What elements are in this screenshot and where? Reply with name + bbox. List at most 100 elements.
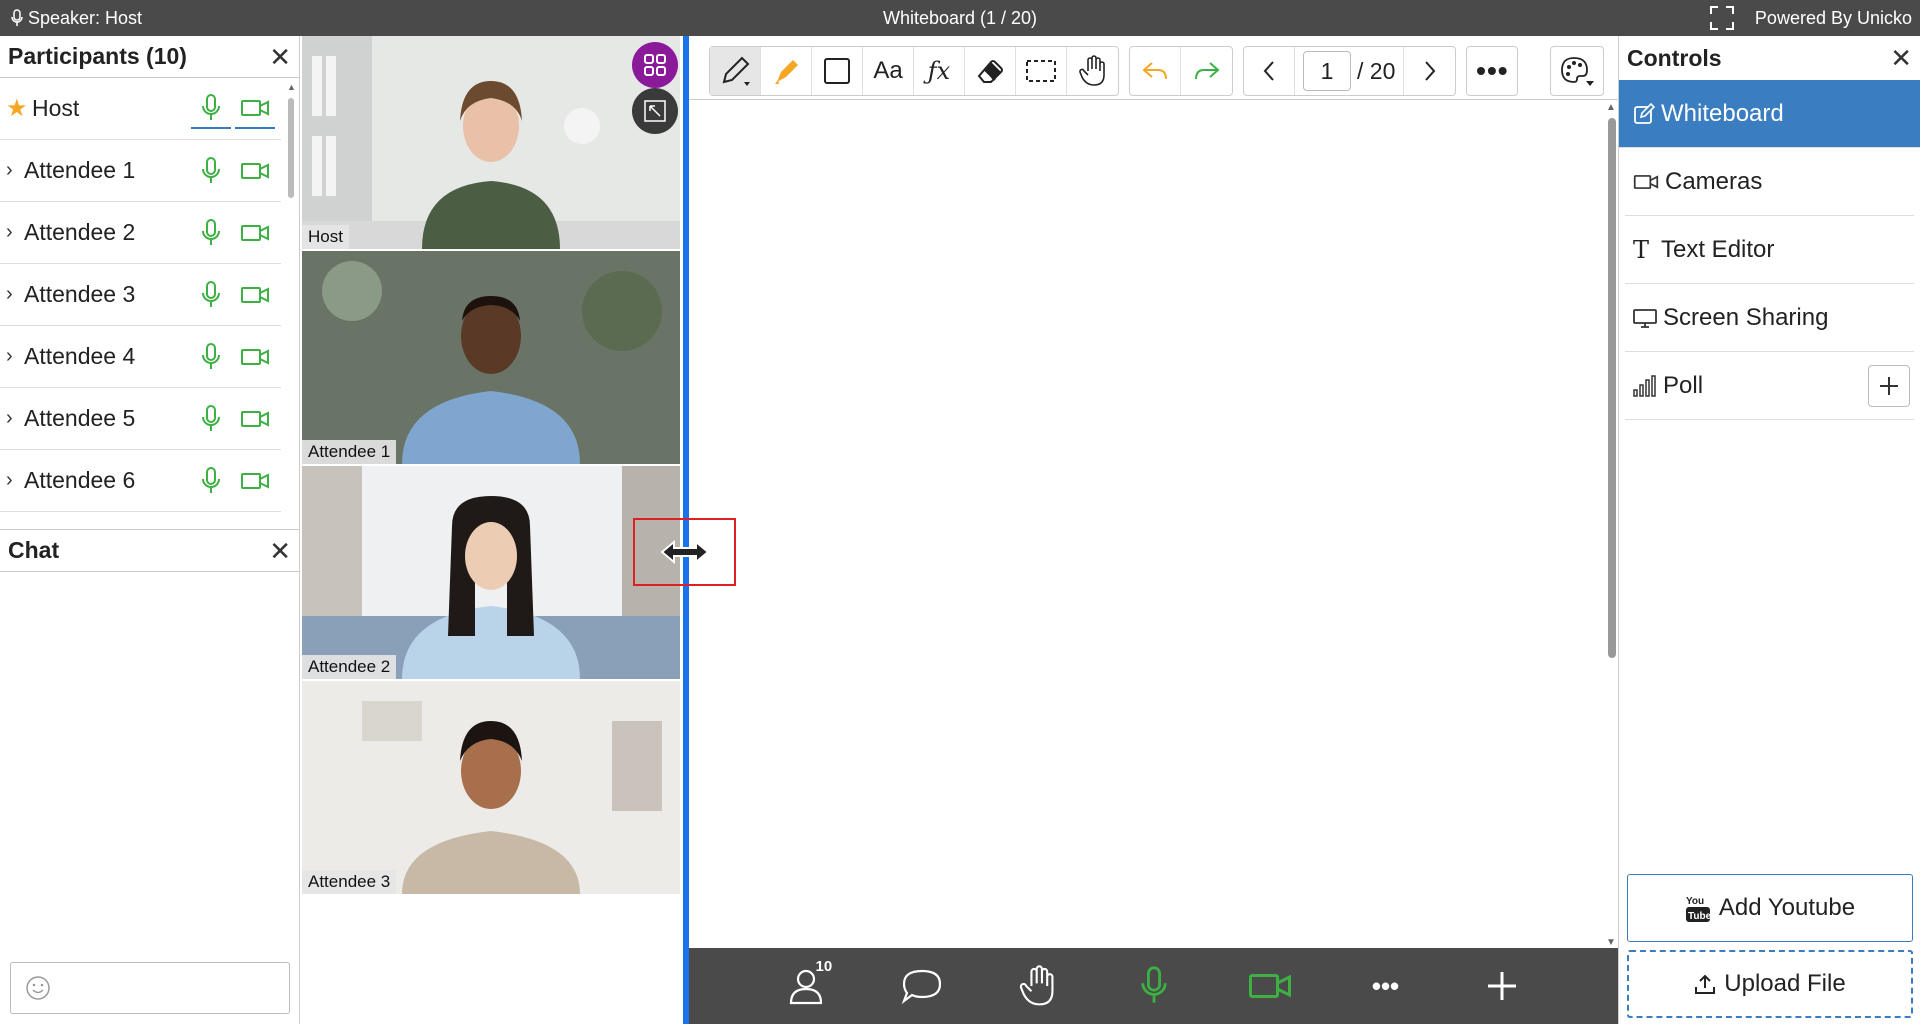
more-tools: ••• bbox=[1466, 46, 1519, 96]
whiteboard-canvas[interactable] bbox=[689, 36, 1618, 948]
rectangle-tool[interactable] bbox=[812, 47, 863, 95]
video-tile-attendee-3[interactable]: Attendee 3 bbox=[302, 681, 680, 894]
participants-scrollbar[interactable]: ▲ bbox=[287, 82, 296, 528]
chevron-right-icon[interactable]: › bbox=[6, 283, 24, 306]
whiteboard-toolbar: Aa ƒx 1 / 20 ••• bbox=[689, 42, 1618, 100]
page-number-input[interactable]: 1 bbox=[1303, 51, 1351, 91]
participant-row[interactable]: › Attendee 2 bbox=[0, 202, 281, 264]
video-tile-attendee-1[interactable]: Attendee 1 bbox=[302, 251, 680, 464]
chevron-left-icon bbox=[1263, 61, 1274, 81]
close-controls-button[interactable]: ✕ bbox=[1890, 45, 1912, 71]
control-item-poll[interactable]: Poll bbox=[1625, 352, 1914, 420]
video-column: Host Attendee 1 Attendee 2 Attendee 3 bbox=[300, 36, 682, 1024]
participant-row[interactable]: › Attendee 6 bbox=[0, 450, 281, 512]
chat-toggle-button[interactable] bbox=[864, 948, 980, 1024]
emoji-icon[interactable] bbox=[25, 975, 51, 1001]
scroll-down-arrow[interactable]: ▼ bbox=[1606, 937, 1616, 948]
microphone-icon[interactable] bbox=[191, 151, 231, 191]
chevron-right-icon[interactable]: › bbox=[6, 159, 24, 182]
camera-icon[interactable] bbox=[235, 399, 275, 439]
palette-icon bbox=[1561, 57, 1595, 86]
undo-button[interactable] bbox=[1130, 47, 1181, 95]
video-label: Attendee 2 bbox=[302, 655, 397, 679]
participant-row-host[interactable]: ★ Host bbox=[0, 78, 281, 140]
whiteboard-scrollbar[interactable]: ▲ ▼ bbox=[1606, 102, 1616, 948]
video-tile-attendee-2[interactable]: Attendee 2 bbox=[302, 466, 680, 679]
eraser-tool[interactable] bbox=[965, 47, 1016, 95]
scrollbar-thumb[interactable] bbox=[288, 98, 294, 198]
microphone-icon[interactable] bbox=[191, 89, 231, 129]
bottom-bar: 10 ••• bbox=[689, 948, 1618, 1024]
plus-icon bbox=[1880, 376, 1898, 395]
camera-icon[interactable] bbox=[235, 89, 275, 129]
add-poll-button[interactable] bbox=[1868, 364, 1910, 407]
microphone-toggle-button[interactable] bbox=[1096, 948, 1212, 1024]
speaker-indicator: Speaker: Host bbox=[10, 8, 142, 29]
camera-icon[interactable] bbox=[235, 151, 275, 191]
control-item-screen-sharing[interactable]: Screen Sharing bbox=[1625, 284, 1914, 352]
chevron-right-icon[interactable]: › bbox=[6, 469, 24, 492]
upload-file-button[interactable]: Upload File bbox=[1627, 950, 1913, 1018]
participant-row[interactable]: › Attendee 5 bbox=[0, 388, 281, 450]
more-options-button[interactable]: ••• bbox=[1467, 47, 1517, 95]
pencil-icon bbox=[722, 56, 750, 86]
text-tool[interactable]: Aa bbox=[863, 47, 914, 95]
camera-icon[interactable] bbox=[235, 213, 275, 253]
scroll-up-arrow[interactable]: ▲ bbox=[1606, 102, 1616, 113]
fullscreen-icon[interactable] bbox=[1709, 5, 1735, 31]
microphone-icon[interactable] bbox=[191, 213, 231, 253]
pencil-tool[interactable] bbox=[710, 47, 761, 95]
participant-name: Attendee 3 bbox=[24, 281, 136, 307]
select-tool[interactable] bbox=[1016, 47, 1067, 95]
scroll-up-arrow[interactable]: ▲ bbox=[287, 82, 296, 92]
highlighter-tool[interactable] bbox=[761, 47, 812, 95]
scrollbar-thumb[interactable] bbox=[1608, 118, 1616, 658]
control-item-text-editor[interactable]: T Text Editor bbox=[1625, 216, 1914, 284]
controls-panel: Controls ✕ Whiteboard Cameras T Text Edi… bbox=[1618, 36, 1920, 1024]
chevron-right-icon[interactable]: › bbox=[6, 345, 24, 368]
grid-view-button[interactable] bbox=[632, 42, 678, 88]
participant-row[interactable]: › Attendee 1 bbox=[0, 140, 281, 202]
close-chat-button[interactable]: ✕ bbox=[269, 538, 291, 564]
star-icon: ★ bbox=[6, 95, 28, 122]
microphone-icon[interactable] bbox=[191, 337, 231, 377]
microphone-icon[interactable] bbox=[191, 461, 231, 501]
add-youtube-button[interactable]: You Tube Add Youtube bbox=[1627, 874, 1913, 942]
video-tile-host[interactable]: Host bbox=[302, 36, 680, 249]
add-button[interactable] bbox=[1444, 948, 1560, 1024]
next-page-button[interactable] bbox=[1404, 47, 1455, 95]
camera-icon[interactable] bbox=[235, 275, 275, 315]
upload-file-label: Upload File bbox=[1724, 970, 1846, 997]
microphone-icon[interactable] bbox=[191, 399, 231, 439]
control-item-cameras[interactable]: Cameras bbox=[1625, 148, 1914, 216]
redo-button[interactable] bbox=[1181, 47, 1232, 95]
chevron-right-icon[interactable]: › bbox=[6, 407, 24, 430]
camera-icon bbox=[1633, 174, 1659, 189]
camera-icon[interactable] bbox=[235, 337, 275, 377]
popout-button[interactable] bbox=[632, 88, 678, 134]
participants-toggle-button[interactable]: 10 bbox=[748, 948, 864, 1024]
undo-icon bbox=[1142, 62, 1167, 80]
participant-row[interactable]: › Attendee 4 bbox=[0, 326, 281, 388]
window-title: Whiteboard (1 / 20) bbox=[882, 7, 1038, 28]
formula-tool[interactable]: ƒx bbox=[914, 47, 965, 95]
camera-toggle-button[interactable] bbox=[1212, 948, 1328, 1024]
raise-hand-button[interactable] bbox=[980, 948, 1096, 1024]
more-button[interactable]: ••• bbox=[1328, 948, 1444, 1024]
control-item-whiteboard[interactable]: Whiteboard bbox=[1619, 80, 1920, 148]
ellipsis-icon: ••• bbox=[1476, 55, 1509, 86]
microphone-icon[interactable] bbox=[191, 275, 231, 315]
pan-tool[interactable] bbox=[1067, 47, 1118, 95]
participant-row[interactable]: › Attendee 3 bbox=[0, 264, 281, 326]
participants-title: Participants (10) bbox=[8, 43, 187, 69]
chevron-right-icon bbox=[1425, 61, 1436, 81]
chevron-right-icon[interactable]: › bbox=[6, 221, 24, 244]
resize-handle[interactable] bbox=[633, 518, 736, 586]
camera-icon[interactable] bbox=[235, 461, 275, 501]
previous-page-button[interactable] bbox=[1244, 47, 1295, 95]
color-palette-button[interactable] bbox=[1551, 47, 1603, 95]
microphone-icon bbox=[11, 9, 23, 26]
microphone-icon bbox=[1140, 966, 1167, 1003]
close-participants-button[interactable]: ✕ bbox=[269, 44, 291, 70]
chat-input[interactable] bbox=[10, 962, 290, 1014]
